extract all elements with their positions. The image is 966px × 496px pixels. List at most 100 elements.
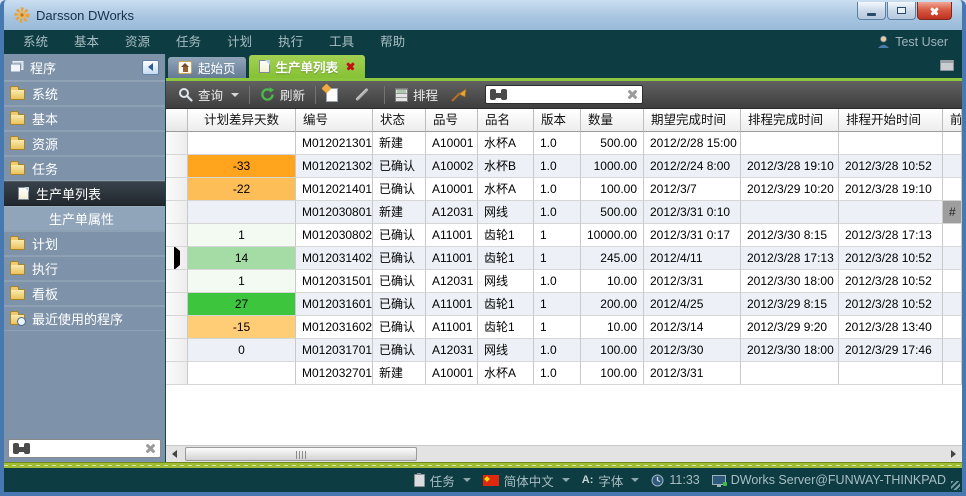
server-status: DWorks Server@FUNWAY-THINKPAD bbox=[712, 473, 946, 487]
sidebar-search-box bbox=[8, 439, 161, 458]
table-row[interactable]: -15M012031602已确认A11001齿轮1110.002012/3/14… bbox=[166, 316, 962, 339]
edit-button[interactable] bbox=[344, 91, 380, 98]
scrollbar-thumb[interactable] bbox=[185, 447, 417, 461]
sidebar-search-clear-icon[interactable] bbox=[145, 443, 156, 454]
cell-diff bbox=[188, 362, 296, 385]
sidebar-item[interactable]: 看板 bbox=[4, 281, 165, 306]
menu-item[interactable]: 执行 bbox=[265, 30, 316, 54]
clean-button[interactable] bbox=[444, 85, 473, 105]
table-row[interactable]: 27M012031601已确认A11001齿轮11200.002012/4/25… bbox=[166, 293, 962, 316]
menu-item[interactable]: 资源 bbox=[112, 30, 163, 54]
sidebar-item-label: 计划 bbox=[32, 234, 58, 253]
close-button[interactable] bbox=[917, 2, 952, 20]
scroll-right-button[interactable] bbox=[945, 446, 962, 462]
column-header-start[interactable]: 排程开始时间 bbox=[839, 109, 943, 132]
column-header-code[interactable]: 编号 bbox=[296, 109, 373, 132]
table-row[interactable]: -22M012021401已确认A10001水杯A1.0100.002012/3… bbox=[166, 178, 962, 201]
menu-item[interactable]: 系统 bbox=[10, 30, 61, 54]
maximize-button[interactable] bbox=[887, 2, 916, 20]
sidebar-item[interactable]: 任务 bbox=[4, 156, 165, 181]
cell-diff bbox=[188, 132, 296, 155]
sidebar-item[interactable]: 基本 bbox=[4, 106, 165, 131]
sidebar-item[interactable]: 生产单列表 bbox=[4, 181, 165, 206]
table-row[interactable]: 0M012031701已确认A12031网线1.0100.002012/3/30… bbox=[166, 339, 962, 362]
sidebar-collapse-button[interactable] bbox=[142, 60, 159, 75]
cell-diff: 0 bbox=[188, 339, 296, 362]
cell-status: 已确认 bbox=[373, 224, 426, 247]
cell-end: 2012/3/30 18:00 bbox=[741, 270, 839, 293]
table-row[interactable]: M012021301新建A10001水杯A1.0500.002012/2/28 … bbox=[166, 132, 962, 155]
column-header-qty[interactable]: 数量 bbox=[581, 109, 644, 132]
schedule-button[interactable]: 排程 bbox=[389, 83, 444, 106]
cell-code: M012031701 bbox=[296, 339, 373, 362]
language-menu[interactable]: 简体中文 bbox=[483, 471, 570, 490]
table-row[interactable]: M012032701新建A10001水杯A1.0100.002012/3/31 bbox=[166, 362, 962, 385]
new-button[interactable] bbox=[320, 86, 344, 104]
column-header-ver[interactable]: 版本 bbox=[534, 109, 581, 132]
tab-active[interactable]: 生产单列表 bbox=[249, 55, 366, 78]
cell-selector bbox=[166, 201, 188, 224]
table-row[interactable]: 1M012030802已确认A11001齿轮1110000.002012/3/3… bbox=[166, 224, 962, 247]
user-icon bbox=[877, 35, 890, 49]
sidebar-item[interactable]: 系统 bbox=[4, 81, 165, 106]
arrow-right-icon bbox=[951, 450, 956, 458]
column-header-status[interactable]: 状态 bbox=[373, 109, 426, 132]
table-row[interactable]: 1M012031501已确认A12031网线1.010.002012/3/312… bbox=[166, 270, 962, 293]
chevron-left-icon bbox=[148, 63, 153, 71]
window-title: Darsson DWorks bbox=[36, 8, 134, 23]
cell-status: 新建 bbox=[373, 201, 426, 224]
content-area: 起始页生产单列表 查询 bbox=[166, 54, 962, 462]
cell-start bbox=[839, 201, 943, 224]
cell-pid: A11001 bbox=[426, 293, 478, 316]
font-menu[interactable]: A: 字体 bbox=[582, 471, 640, 490]
toolbar-search-input[interactable] bbox=[511, 88, 627, 102]
cell-due: 2012/3/14 bbox=[644, 316, 741, 339]
cell-qty: 1000.00 bbox=[581, 155, 644, 178]
refresh-button[interactable]: 刷新 bbox=[254, 83, 311, 106]
sidebar-item-label: 最近使用的程序 bbox=[32, 309, 123, 328]
float-window-icon[interactable] bbox=[940, 60, 954, 71]
cell-status: 已确认 bbox=[373, 270, 426, 293]
cell-qty: 100.00 bbox=[581, 362, 644, 385]
column-header-end[interactable]: 排程完成时间 bbox=[741, 109, 839, 132]
menu-item[interactable]: 工具 bbox=[316, 30, 367, 54]
horizontal-scrollbar[interactable] bbox=[166, 445, 962, 462]
table-row[interactable]: -33M012021302已确认A10002水杯B1.01000.002012/… bbox=[166, 155, 962, 178]
sidebar-item[interactable]: 执行 bbox=[4, 256, 165, 281]
column-header-extra[interactable]: 前 bbox=[943, 109, 962, 132]
sidebar-item[interactable]: 最近使用的程序 bbox=[4, 306, 165, 331]
resize-grip[interactable] bbox=[951, 481, 960, 490]
sidebar-search-input[interactable] bbox=[34, 442, 145, 456]
column-header-due[interactable]: 期望完成时间 bbox=[644, 109, 741, 132]
tab-inactive[interactable]: 起始页 bbox=[168, 57, 246, 78]
user-label: Test User bbox=[895, 35, 948, 49]
cell-code: M012032701 bbox=[296, 362, 373, 385]
tab-close-icon[interactable] bbox=[346, 62, 355, 71]
table-row[interactable]: M012030801新建A12031网线1.0500.002012/3/31 0… bbox=[166, 201, 962, 224]
cell-status: 已确认 bbox=[373, 293, 426, 316]
sidebar-item[interactable]: 资源 bbox=[4, 131, 165, 156]
minimize-button[interactable] bbox=[857, 2, 886, 20]
cell-selector bbox=[166, 247, 188, 270]
sidebar-item-label: 执行 bbox=[32, 259, 58, 278]
cell-due: 2012/2/28 15:00 bbox=[644, 132, 741, 155]
menu-item[interactable]: 任务 bbox=[163, 30, 214, 54]
table-row[interactable]: 14M012031402已确认A11001齿轮11245.002012/4/11… bbox=[166, 247, 962, 270]
cell-extra bbox=[943, 155, 962, 178]
task-menu[interactable]: 任务 bbox=[414, 471, 471, 490]
user-menu[interactable]: Test User bbox=[877, 35, 956, 49]
column-header-pname[interactable]: 品名 bbox=[478, 109, 534, 132]
sidebar-title: 程序 bbox=[30, 58, 142, 77]
scroll-left-button[interactable] bbox=[166, 446, 183, 462]
menu-item[interactable]: 基本 bbox=[61, 30, 112, 54]
menu-item[interactable]: 计划 bbox=[214, 30, 265, 54]
sidebar-item[interactable]: 生产单属性 bbox=[4, 206, 165, 231]
china-flag-icon bbox=[483, 475, 499, 486]
toolbar-search-clear-icon[interactable] bbox=[627, 89, 638, 100]
sidebar-item[interactable]: 计划 bbox=[4, 231, 165, 256]
query-button[interactable]: 查询 bbox=[172, 83, 245, 106]
column-header-pid[interactable]: 品号 bbox=[426, 109, 478, 132]
column-header-selector[interactable] bbox=[166, 109, 188, 132]
column-header-diff[interactable]: 计划差异天数 bbox=[188, 109, 296, 132]
menu-item[interactable]: 帮助 bbox=[367, 30, 418, 54]
